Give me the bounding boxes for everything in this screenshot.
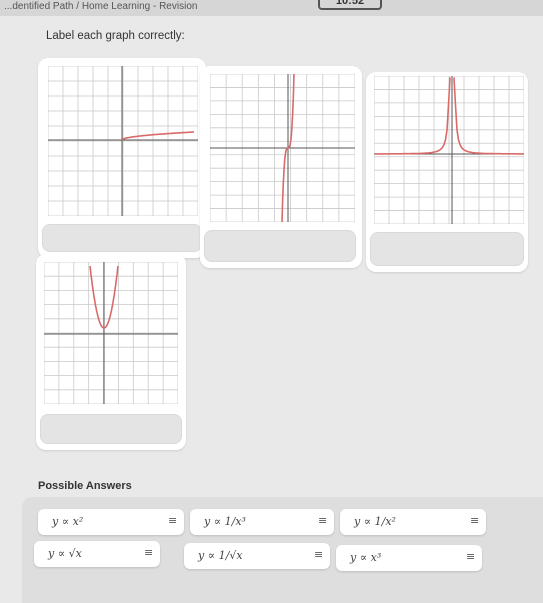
graph-card-4 — [36, 254, 186, 450]
graph-card-2 — [200, 66, 362, 268]
drag-handle-icon[interactable]: ≡ — [470, 515, 479, 527]
graph-1 — [48, 66, 198, 216]
answer-label: y ∝ 1/x² — [354, 515, 396, 528]
graph-4 — [44, 262, 178, 404]
answer-chip[interactable]: y ∝ 1/√x ≡ — [184, 543, 330, 569]
drag-handle-icon[interactable]: ≡ — [144, 547, 153, 559]
answer-label: y ∝ x² — [52, 515, 84, 528]
drag-handle-icon[interactable]: ≡ — [318, 515, 327, 527]
graph-card-3 — [366, 72, 528, 272]
top-bar: ...dentified Path / Home Learning - Revi… — [0, 0, 543, 16]
label-drop-zone-2[interactable] — [204, 230, 356, 262]
drag-handle-icon[interactable]: ≡ — [466, 551, 475, 563]
answers-panel: y ∝ x² ≡ y ∝ 1/x³ ≡ y ∝ 1/x² ≡ y ∝ √x ≡ … — [22, 497, 543, 603]
timer: 10:52 — [318, 0, 382, 10]
answer-label: y ∝ 1/√x — [198, 549, 243, 562]
answer-label: y ∝ x³ — [350, 551, 382, 564]
drag-handle-icon[interactable]: ≡ — [168, 515, 177, 527]
graph-3 — [374, 76, 524, 224]
breadcrumb[interactable]: ...dentified Path / Home Learning - Revi… — [4, 0, 197, 14]
instruction-text: Label each graph correctly: — [46, 30, 185, 42]
answer-chip[interactable]: y ∝ x³ ≡ — [336, 545, 482, 571]
label-drop-zone-1[interactable] — [42, 224, 202, 252]
answer-chip[interactable]: y ∝ 1/x² ≡ — [340, 509, 486, 535]
graph-card-1 — [38, 58, 206, 258]
graph-2 — [210, 74, 355, 222]
answer-chip[interactable]: y ∝ √x ≡ — [34, 541, 160, 567]
label-drop-zone-3[interactable] — [370, 232, 524, 266]
answer-chip[interactable]: y ∝ x² ≡ — [38, 509, 184, 535]
answer-label: y ∝ 1/x³ — [204, 515, 246, 528]
answers-title: Possible Answers — [38, 480, 132, 492]
label-drop-zone-4[interactable] — [40, 414, 182, 444]
answer-chip[interactable]: y ∝ 1/x³ ≡ — [190, 509, 334, 535]
answer-label: y ∝ √x — [48, 547, 82, 560]
drag-handle-icon[interactable]: ≡ — [314, 549, 323, 561]
